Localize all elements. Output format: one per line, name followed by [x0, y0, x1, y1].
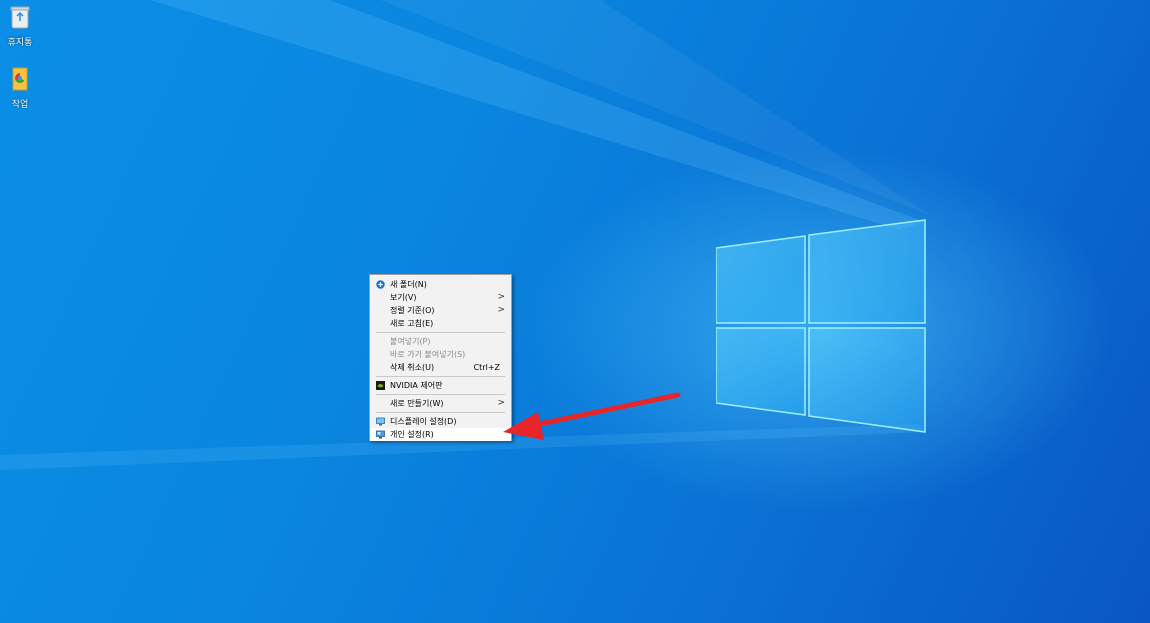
menu-item-label: 새로 고침(E): [390, 319, 434, 328]
menu-separator: [376, 376, 505, 377]
desktop-icon-folder[interactable]: 작업: [0, 66, 40, 110]
menu-item-undo-delete[interactable]: 삭제 취소(U) Ctrl+Z: [370, 361, 511, 374]
nvidia-icon: [376, 381, 385, 390]
desktop[interactable]: 휴지통 작업 새 폴더(N) 보기(V) > 정렬 기준(O) > 새로 고침(…: [0, 0, 1150, 623]
new-folder-icon: [376, 280, 385, 289]
menu-separator: [376, 412, 505, 413]
menu-item-paste[interactable]: 붙여넣기(P): [370, 335, 511, 348]
chevron-right-icon: >: [497, 292, 505, 302]
recycle-bin-icon: [10, 6, 30, 29]
menu-item-new-folder[interactable]: 새 폴더(N): [370, 278, 511, 291]
personalize-icon: [376, 430, 385, 439]
menu-item-new[interactable]: 새로 만들기(W) >: [370, 397, 511, 410]
chevron-right-icon: >: [497, 398, 505, 408]
menu-item-label: NVIDIA 제어판: [390, 381, 443, 390]
menu-item-personalize[interactable]: 개인 설정(R): [370, 428, 511, 441]
desktop-icon-label: 휴지통: [7, 38, 33, 48]
menu-item-label: 새로 만들기(W): [390, 399, 444, 408]
menu-item-label: 개인 설정(R): [390, 430, 434, 439]
menu-item-label: 붙여넣기(P): [390, 337, 431, 346]
light-beams: [0, 0, 930, 470]
menu-separator: [376, 332, 505, 333]
menu-item-refresh[interactable]: 새로 고침(E): [370, 317, 511, 330]
menu-item-label: 삭제 취소(U): [390, 363, 435, 372]
desktop-icon-recycle-bin[interactable]: 휴지통: [0, 4, 40, 48]
menu-item-view[interactable]: 보기(V) >: [370, 291, 511, 304]
menu-item-nvidia-control-panel[interactable]: NVIDIA 제어판: [370, 379, 511, 392]
red-arrow-annotation: [503, 392, 681, 440]
desktop-icon-label: 작업: [11, 100, 29, 110]
menu-item-label: 정렬 기준(O): [390, 306, 435, 315]
menu-item-label: 바로 가기 붙여넣기(S): [390, 350, 466, 359]
menu-separator: [376, 394, 505, 395]
menu-item-label: 새 폴더(N): [390, 280, 427, 289]
chevron-right-icon: >: [497, 305, 505, 315]
context-menu: 새 폴더(N) 보기(V) > 정렬 기준(O) > 새로 고침(E) 붙여넣기…: [369, 274, 512, 441]
windows-logo: [716, 219, 926, 433]
menu-item-sort-by[interactable]: 정렬 기준(O) >: [370, 304, 511, 317]
menu-item-paste-shortcut[interactable]: 바로 가기 붙여넣기(S): [370, 348, 511, 361]
menu-item-display-settings[interactable]: 디스플레이 설정(D): [370, 415, 511, 428]
display-settings-icon: [376, 417, 385, 426]
menu-item-label: 보기(V): [390, 293, 417, 302]
folder-icon: [12, 67, 28, 91]
menu-item-label: 디스플레이 설정(D): [390, 417, 457, 426]
shortcut-label: Ctrl+Z: [473, 363, 500, 372]
